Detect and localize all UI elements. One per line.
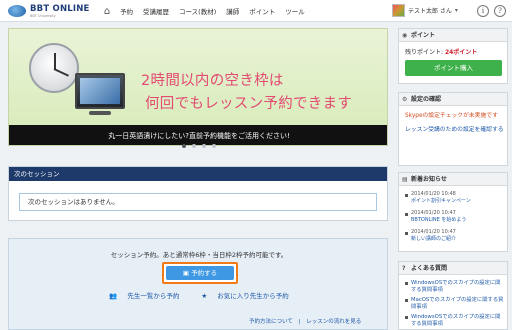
- reserve-button-label: 予約する: [191, 269, 218, 277]
- help-icon[interactable]: ?: [494, 5, 506, 17]
- skype-settings-warning[interactable]: Skypeの設定チェックが未実施です: [405, 110, 498, 119]
- reserve-button-highlight: ▣ 予約する: [162, 262, 238, 284]
- next-session-title: 次のセッション: [9, 167, 387, 181]
- news-item[interactable]: 2014/01/20 10:47 BBTONLINE を始めよう: [405, 210, 505, 223]
- nav-item-teachers[interactable]: 講師: [226, 6, 239, 16]
- separator: |: [298, 319, 301, 325]
- remaining-points-value: 24ポイント: [444, 49, 478, 56]
- carousel-dot[interactable]: [202, 144, 206, 148]
- nav-item-courses[interactable]: コース(教材): [179, 6, 216, 16]
- faq-item[interactable]: MacOSでのスカイプの設定に関する質問事項: [405, 297, 505, 311]
- settings-check-card: ⚙ 設定の確認 Skypeの設定チェックが未実施です レッスン受講のための設定を確…: [398, 92, 508, 166]
- news-item[interactable]: 2014/01/20 10:48 ポイント割引キャンペーン: [405, 191, 505, 204]
- carousel-dot[interactable]: [212, 144, 216, 148]
- banner-headline-1: 2時間以内の空き枠は: [141, 73, 284, 89]
- news-icon: ▤: [402, 176, 408, 183]
- next-session-panel: 次のセッション 次のセッションはありません。: [8, 166, 388, 221]
- points-card-title: ◉ ポイント: [399, 29, 507, 42]
- top-navigation-bar: BBT ONLINE BBT University ⌂ 予約 受講履歴 コース(…: [0, 0, 512, 22]
- avatar: [392, 4, 405, 17]
- chevron-down-icon: ▾: [454, 7, 458, 14]
- news-title: ▤ 新着お知らせ: [399, 173, 507, 186]
- remaining-points: 残りポイント: 24ポイント: [405, 49, 478, 56]
- no-session-message: 次のセッションはありません。: [19, 193, 377, 211]
- home-icon[interactable]: ⌂: [100, 4, 114, 18]
- monitor-illustration: [75, 73, 125, 109]
- faq-title: ? よくある質問: [399, 262, 507, 275]
- star-icon: ★: [201, 292, 208, 300]
- faq-card: ? よくある質問 WindowsOSでのスカイプの設定に関する質問事項 MacOS…: [398, 261, 508, 330]
- bbt-online-logo[interactable]: BBT ONLINE BBT University: [8, 3, 103, 19]
- nav-item-history[interactable]: 受講履歴: [143, 6, 169, 16]
- carousel-dot[interactable]: [182, 144, 186, 148]
- reserve-from-favorites-link[interactable]: ★ お気に入り先生から予約: [196, 292, 293, 300]
- settings-check-title: ⚙ 設定の確認: [399, 93, 507, 106]
- reservation-links: 👥 先生一覧から予約 ★ お気に入り先生から予約: [9, 290, 389, 300]
- reservation-availability-text: セッション予約。あと通常枠6枠・当日枠2枠予約可能です。: [110, 251, 288, 259]
- buy-points-button[interactable]: ポイント購入: [405, 60, 502, 76]
- banner-caption: 丸一日英語漬けにしたい?直前予約機能をご活用ください!: [9, 125, 387, 145]
- main-nav: ⌂ 予約 受講履歴 コース(教材) 講師 ポイント ツール: [100, 0, 315, 22]
- points-card: ◉ ポイント 残りポイント: 24ポイント ポイント購入: [398, 28, 508, 84]
- info-icon[interactable]: i: [477, 5, 489, 17]
- logo-text: BBT ONLINE: [30, 4, 90, 14]
- nav-item-points[interactable]: ポイント: [249, 6, 275, 16]
- nav-item-reservation[interactable]: 予約: [120, 6, 133, 16]
- nav-item-tools[interactable]: ツール: [285, 6, 305, 16]
- promo-banner[interactable]: 2時間以内の空き枠は 何回でもレッスン予約できます 丸一日英語漬けにしたい?直前…: [8, 28, 388, 146]
- reservation-panel: セッション予約。あと通常枠6枠・当日枠2枠予約可能です。 ▣ 予約する 👥 先生一…: [8, 238, 388, 330]
- coin-icon: ◉: [402, 32, 408, 39]
- banner-headline-2: 何回でもレッスン予約できます: [145, 96, 353, 112]
- reserve-from-teachers-link[interactable]: 👥 先生一覧から予約: [104, 292, 184, 300]
- monitor-stand: [89, 111, 111, 115]
- faq-item[interactable]: WindowsOSでのスカイプの設定に関する質問事項: [405, 314, 505, 328]
- calendar-icon: ▣: [182, 269, 192, 277]
- user-menu[interactable]: テスト太郎 さん ▾: [392, 4, 458, 17]
- user-name: テスト太郎 さん: [408, 8, 452, 15]
- check-settings-link[interactable]: レッスン受講のための設定を確認する: [405, 126, 505, 135]
- gear-icon: ⚙: [402, 96, 408, 103]
- globe-logo-icon: [8, 5, 26, 17]
- news-item[interactable]: 2014/01/20 10:47 新しい講師のご紹介: [405, 229, 505, 242]
- news-card: ▤ 新着お知らせ 2014/01/20 10:48 ポイント割引キャンペーン 201…: [398, 172, 508, 252]
- people-icon: 👥: [109, 292, 118, 300]
- faq-item[interactable]: WindowsOSでのスカイプの設定に関する質問事項: [405, 280, 505, 294]
- carousel-dots: [182, 144, 222, 148]
- carousel-dot[interactable]: [192, 144, 196, 148]
- clock-illustration: [29, 43, 79, 93]
- question-icon: ?: [402, 265, 406, 272]
- lesson-flow-link[interactable]: レッスンの流れを見る: [306, 319, 361, 325]
- reserve-button[interactable]: ▣ 予約する: [166, 266, 234, 280]
- how-to-reserve-link[interactable]: 予約方法について: [249, 319, 293, 325]
- help-links: 予約方法について | レッスンの流れを見る: [249, 317, 365, 325]
- logo-subtext: BBT University: [30, 14, 56, 18]
